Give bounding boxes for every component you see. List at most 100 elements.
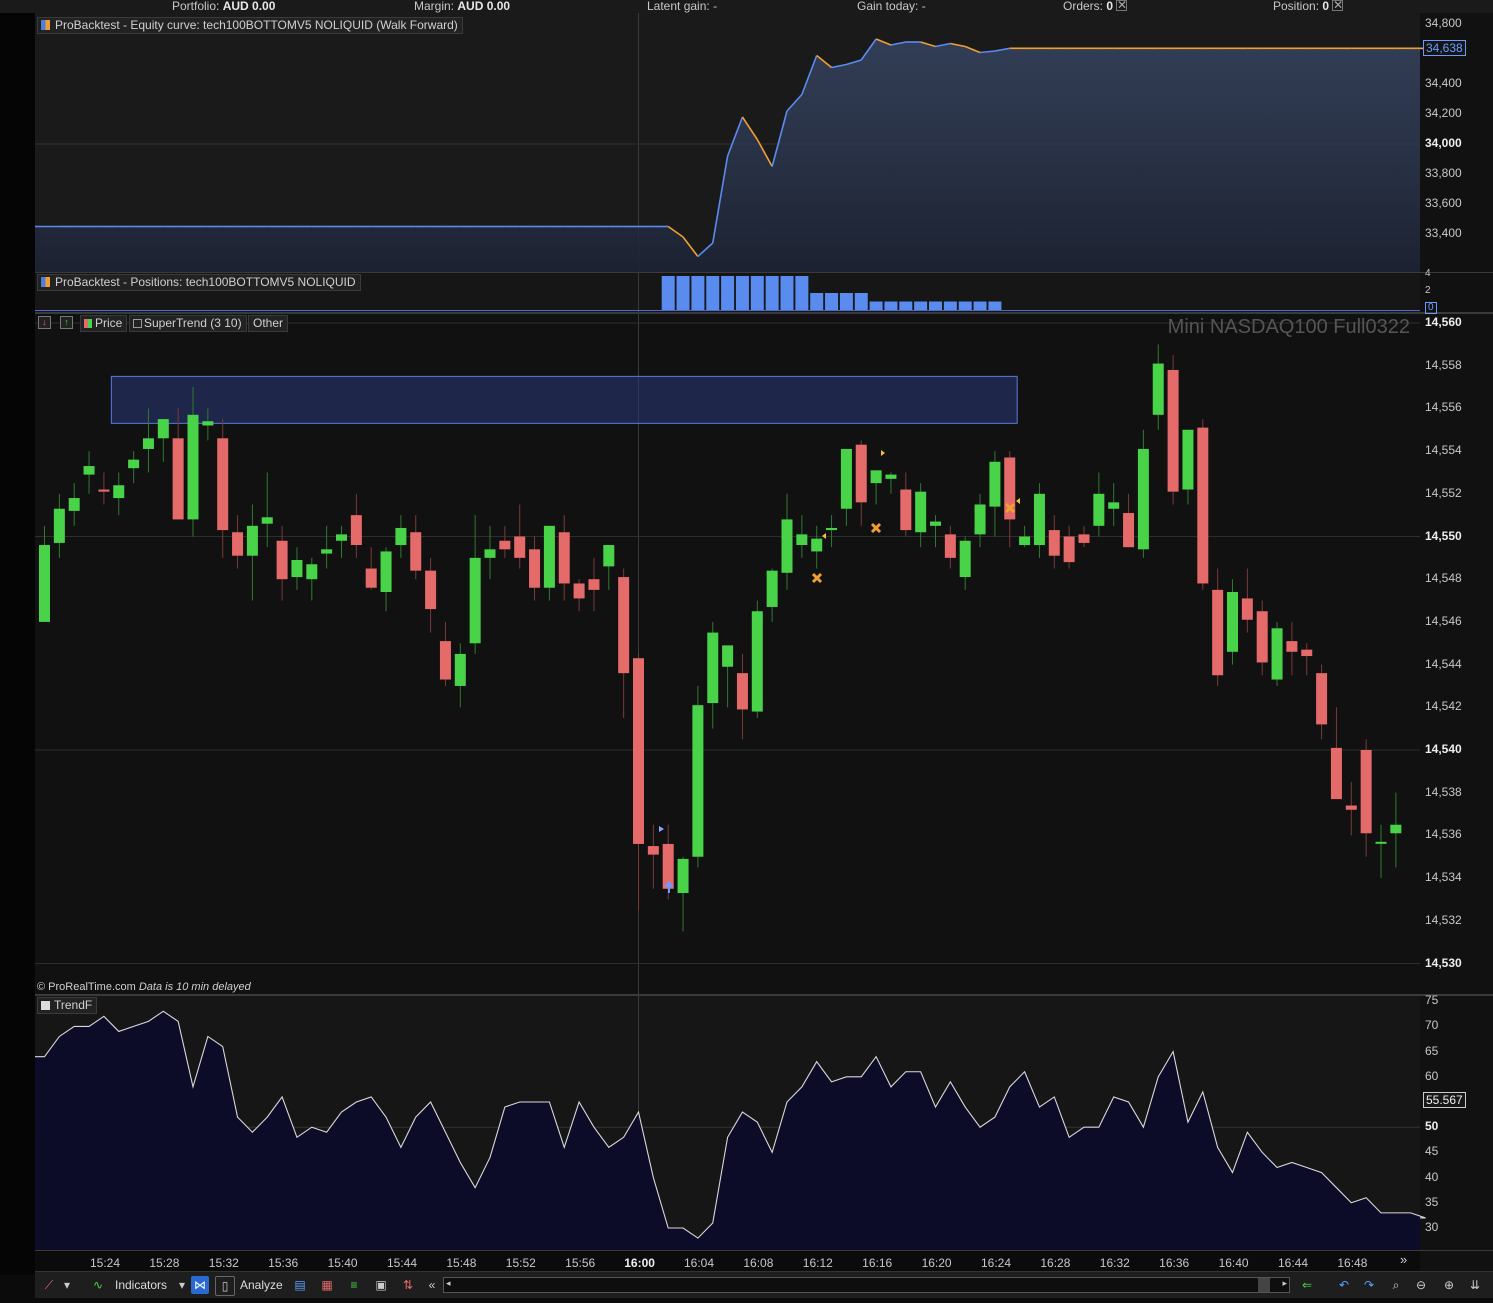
analyze-icon[interactable]: ▯: [215, 1276, 235, 1296]
candle-body: [751, 611, 763, 712]
equity-axis-tick: 34,000: [1425, 136, 1462, 150]
screener-icon[interactable]: ▦: [318, 1276, 336, 1294]
candle-body: [469, 557, 481, 644]
candle-body: [1033, 493, 1045, 546]
supertrend-tag[interactable]: SuperTrend (3 10): [129, 315, 247, 332]
price-axis-tick: 14,540: [1425, 742, 1462, 756]
undo-icon[interactable]: ↶: [1335, 1276, 1353, 1294]
price-color-icon: [84, 319, 92, 328]
time-axis-tick: 15:56: [565, 1256, 596, 1270]
candle-body: [915, 491, 927, 533]
candle-body: [840, 448, 852, 509]
candle-body: [336, 534, 347, 541]
bottom-toolbar: ⟋ ▾ ∿ Indicators ▾ ⋈ ▯ Analyze ▤ ▦ ≡ ▣ ⇅…: [35, 1271, 1493, 1298]
price-tag[interactable]: Price: [80, 315, 128, 332]
backtest-icon[interactable]: ⇅: [399, 1276, 417, 1294]
position-bar: [854, 293, 868, 310]
zoom-fit-icon[interactable]: ⌕: [1387, 1276, 1405, 1294]
time-axis-tick: 15:32: [208, 1256, 239, 1270]
candle-body: [395, 527, 407, 546]
share-icon[interactable]: ⋈: [191, 1276, 209, 1294]
collapse-icon[interactable]: «: [423, 1276, 441, 1294]
candle-body: [276, 540, 288, 580]
position-bar: [839, 293, 853, 310]
position-bar: [750, 276, 764, 310]
equity-panel-label[interactable]: ProBacktest - Equity curve: tech100BOTTO…: [37, 17, 463, 34]
price-axis-tick: 14,544: [1425, 656, 1462, 671]
sell-order-icon[interactable]: ↓: [38, 316, 51, 329]
history-scrollbar[interactable]: ◂ ▸: [443, 1277, 1290, 1293]
auto-scroll-icon[interactable]: ⇊: [1466, 1276, 1484, 1294]
go-to-date-icon[interactable]: ⇐: [1298, 1276, 1316, 1294]
price-axis-tick: 14,534: [1425, 870, 1462, 885]
scroll-left-arrow-icon[interactable]: ◂: [446, 1278, 451, 1289]
candle-body: [736, 673, 748, 710]
trendf-axis-tick: 70: [1425, 1018, 1439, 1033]
time-axis-tick: 16:32: [1099, 1256, 1130, 1270]
candle-body: [39, 545, 50, 622]
price-axis-tick: 14,558: [1425, 357, 1462, 372]
alert-icon[interactable]: ≡: [345, 1276, 363, 1294]
candle-body: [1241, 598, 1253, 620]
candle-body: [217, 438, 229, 531]
price-axis-tick: 14,554: [1425, 443, 1462, 458]
redo-icon[interactable]: ↷: [1360, 1276, 1378, 1294]
candle-body: [410, 532, 422, 571]
analyze-button[interactable]: Analyze: [240, 1275, 283, 1295]
candle-body: [781, 519, 793, 573]
trendf-panel-label[interactable]: TrendF: [37, 997, 98, 1014]
scroll-right-icon[interactable]: »: [1400, 1252, 1407, 1267]
positions-axis-tick: 4: [1425, 268, 1431, 279]
resistance-zone: [110, 375, 1018, 424]
candle-body: [142, 438, 154, 449]
price-axis-tick: 14,552: [1425, 485, 1462, 500]
indicators-icon[interactable]: ∿: [89, 1276, 107, 1294]
supertrend-checkbox-icon[interactable]: [133, 319, 142, 328]
chart-style-icon[interactable]: ⟋: [40, 1276, 58, 1294]
time-axis-tick: 16:40: [1218, 1256, 1249, 1270]
position-bar: [661, 276, 675, 310]
zoom-in-icon[interactable]: ⊕: [1440, 1276, 1458, 1294]
candle-body: [855, 444, 867, 503]
buy-order-icon[interactable]: ↑: [60, 316, 73, 329]
candle-body: [796, 534, 808, 546]
trendf-axis-tick: 60: [1425, 1068, 1439, 1083]
equity-axis-tick: 34,200: [1425, 106, 1462, 120]
zoom-out-icon[interactable]: ⊖: [1412, 1276, 1430, 1294]
candle-body: [1227, 592, 1238, 652]
positions-axis-tick: 0: [1425, 302, 1437, 314]
trendf-axis-tick: 65: [1425, 1043, 1439, 1058]
price-axis-tick: 14,546: [1425, 613, 1462, 628]
candle-body: [1078, 534, 1090, 543]
trendf-axis-tick: 45: [1425, 1144, 1439, 1159]
scroll-right-arrow-icon[interactable]: ▸: [1282, 1278, 1287, 1289]
price-axis-tick: 14,530: [1425, 955, 1462, 970]
candle-body: [1019, 536, 1031, 546]
candle-body: [514, 536, 526, 558]
candle-body: [1390, 824, 1402, 834]
candle-body: [321, 549, 333, 554]
time-axis-tick: 16:36: [1159, 1256, 1190, 1270]
indicators-button[interactable]: Indicators: [115, 1275, 167, 1295]
chart-style-dropdown-icon[interactable]: ▾: [62, 1276, 72, 1294]
time-axis-tick: 15:52: [505, 1256, 536, 1270]
trendf-axis-tick: 30: [1425, 1220, 1439, 1234]
time-axis-tick: 16:08: [743, 1256, 774, 1270]
positions-panel-label[interactable]: ProBacktest - Positions: tech100BOTTOMV5…: [37, 274, 361, 291]
time-axis-tick: 16:24: [980, 1256, 1012, 1270]
position-bar: [914, 301, 928, 310]
indicators-dropdown-icon[interactable]: ▾: [177, 1276, 187, 1294]
comment-icon[interactable]: ▤: [291, 1276, 309, 1294]
time-axis-tick: 16:12: [802, 1256, 833, 1270]
candle-body: [529, 549, 541, 588]
other-tag[interactable]: Other: [248, 315, 289, 332]
candle-body: [439, 641, 451, 680]
time-axis-tick: 16:04: [683, 1256, 715, 1270]
chart-canvas[interactable]: [0, 0, 1493, 1303]
position-bar: [721, 276, 735, 310]
position-bar: [795, 276, 809, 310]
candle-body: [1123, 513, 1135, 548]
scrollbar-thumb[interactable]: [1258, 1278, 1270, 1292]
candle-body: [558, 532, 570, 584]
window-icon[interactable]: ▣: [372, 1276, 390, 1294]
